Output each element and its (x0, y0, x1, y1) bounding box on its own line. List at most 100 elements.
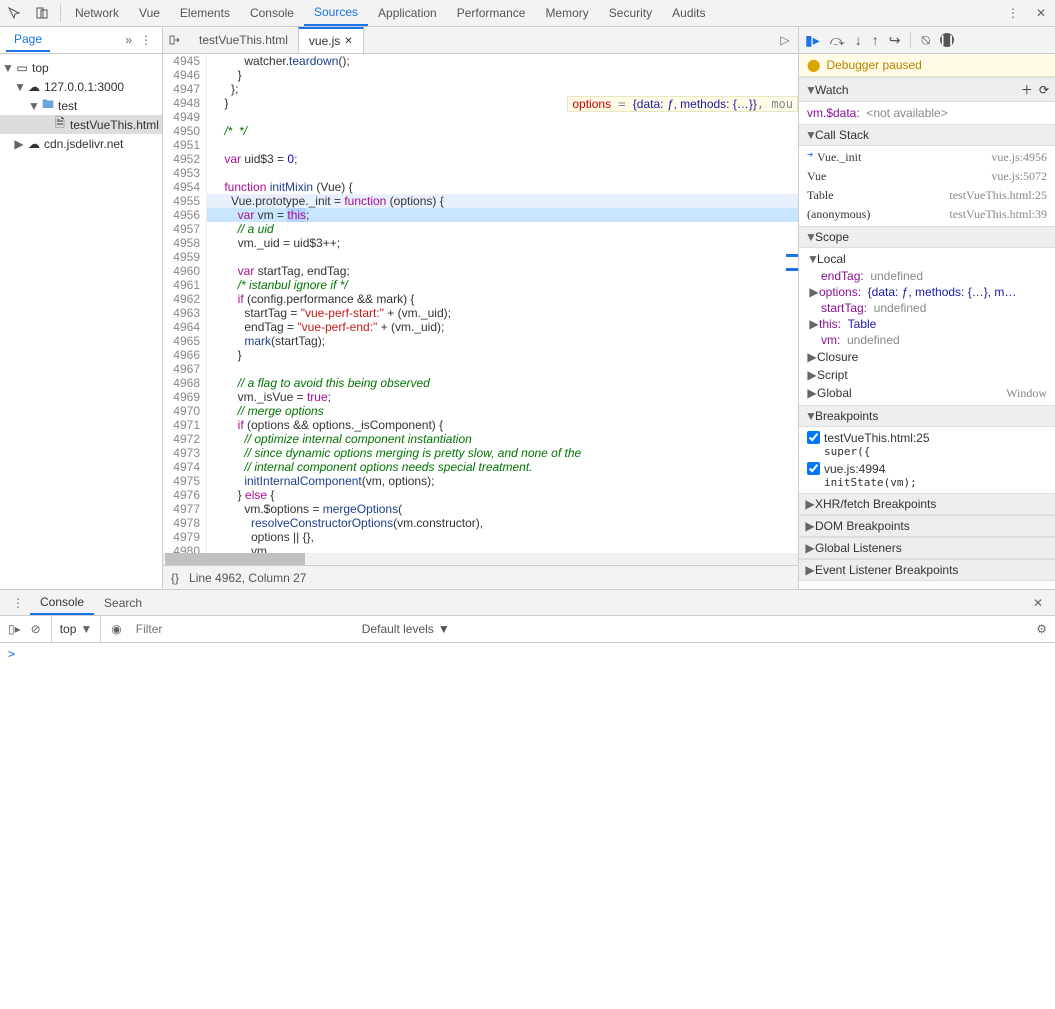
line-number[interactable]: 4954 (163, 180, 200, 194)
inspect-icon[interactable] (0, 0, 28, 26)
line-number[interactable]: 4969 (163, 390, 200, 404)
line-number[interactable]: 4961 (163, 278, 200, 292)
tab-memory[interactable]: Memory (535, 0, 598, 26)
scope-variable[interactable]: ▶this: Table (799, 316, 1055, 332)
breakpoints-header[interactable]: ▼Breakpoints (799, 405, 1055, 427)
sidebar-toggle-icon[interactable]: ▯▸ (8, 622, 21, 636)
scope-local[interactable]: ▼Local (799, 250, 1055, 268)
minimap[interactable] (784, 54, 798, 553)
line-number[interactable]: 4963 (163, 306, 200, 320)
more-tabs-icon[interactable]: » (121, 33, 136, 47)
step-icon[interactable]: ↪ (889, 32, 901, 49)
pretty-print-icon[interactable]: {} (171, 571, 179, 585)
call-frame[interactable]: TabletestVueThis.html:25 (799, 186, 1055, 205)
scope-variable[interactable]: ▶options: {data: ƒ, methods: {…}, m… (799, 284, 1055, 300)
drawer-tab-console[interactable]: Console (30, 591, 94, 615)
breakpoint-checkbox[interactable] (807, 462, 820, 475)
line-number[interactable]: 4959 (163, 250, 200, 264)
device-icon[interactable] (28, 0, 56, 26)
horizontal-scrollbar[interactable] (163, 553, 798, 565)
step-over-icon[interactable]: ⤼ (830, 32, 845, 49)
console-filter-input[interactable] (132, 620, 352, 638)
line-number[interactable]: 4953 (163, 166, 200, 180)
breakpoint-checkbox[interactable] (807, 431, 820, 444)
watch-header[interactable]: ▼Watch＋⟳ (799, 77, 1055, 102)
scope-variable[interactable]: endTag: undefined (799, 268, 1055, 284)
resume-icon[interactable]: ▮▸ (805, 32, 820, 49)
console-prompt[interactable]: > (0, 643, 1055, 665)
line-number[interactable]: 4975 (163, 474, 200, 488)
line-number[interactable]: 4968 (163, 376, 200, 390)
collapsed-section[interactable]: ▶XHR/fetch Breakpoints (799, 493, 1055, 515)
line-number[interactable]: 4958 (163, 236, 200, 250)
collapsed-section[interactable]: ▶DOM Breakpoints (799, 515, 1055, 537)
kebab-icon[interactable]: ⋮ (6, 596, 30, 610)
live-expression-icon[interactable]: ◉ (111, 622, 121, 636)
add-watch-icon[interactable]: ＋ (1021, 81, 1033, 98)
tree-file[interactable]: 🗎testVueThis.html (0, 115, 162, 134)
nav-icon[interactable] (163, 33, 189, 47)
file-tab-vuejs[interactable]: vue.js✕ (298, 27, 364, 53)
breakpoint-item[interactable]: testVueThis.html:25super({ (799, 429, 1055, 460)
line-number[interactable]: 4967 (163, 362, 200, 376)
tree-cdn[interactable]: ▶☁cdn.jsdelivr.net (0, 134, 162, 153)
line-number[interactable]: 4949 (163, 110, 200, 124)
scope-header[interactable]: ▼Scope (799, 226, 1055, 248)
line-number[interactable]: 4955 (163, 194, 200, 208)
deactivate-bp-icon[interactable]: ⍉ (921, 32, 929, 49)
close-icon[interactable]: ✕ (1027, 0, 1055, 26)
kebab-icon[interactable]: ⋮ (136, 33, 156, 47)
page-tab[interactable]: Page (6, 28, 50, 52)
call-frame[interactable]: Vuevue.js:5072 (799, 167, 1055, 186)
line-number[interactable]: 4950 (163, 124, 200, 138)
line-number[interactable]: 4960 (163, 264, 200, 278)
log-levels-selector[interactable]: Default levels▼ (362, 622, 450, 636)
scope-closure[interactable]: ▶Closure (799, 348, 1055, 366)
scope-global[interactable]: ▶GlobalWindow (799, 384, 1055, 403)
line-number[interactable]: 4971 (163, 418, 200, 432)
collapsed-section[interactable]: ▶Global Listeners (799, 537, 1055, 559)
step-into-icon[interactable]: ↓ (855, 32, 862, 48)
tab-performance[interactable]: Performance (447, 0, 536, 26)
line-number[interactable]: 4962 (163, 292, 200, 306)
pause-exception-icon[interactable]: ❙❙ (940, 33, 954, 47)
tab-network[interactable]: Network (65, 0, 129, 26)
tab-console[interactable]: Console (240, 0, 304, 26)
line-number[interactable]: 4952 (163, 152, 200, 166)
console-settings-icon[interactable]: ⚙ (1036, 622, 1047, 636)
drawer-tab-search[interactable]: Search (94, 592, 152, 614)
refresh-watch-icon[interactable]: ⟳ (1039, 83, 1049, 97)
watch-expression[interactable]: vm.$data: <not available> (799, 104, 1055, 122)
tab-sources[interactable]: Sources (304, 0, 368, 26)
line-number[interactable]: 4964 (163, 320, 200, 334)
scope-variable[interactable]: vm: undefined (799, 332, 1055, 348)
tab-vue[interactable]: Vue (129, 0, 170, 26)
tab-audits[interactable]: Audits (662, 0, 715, 26)
line-number[interactable]: 4948 (163, 96, 200, 110)
line-number[interactable]: 4957 (163, 222, 200, 236)
line-number[interactable]: 4951 (163, 138, 200, 152)
call-frame[interactable]: (anonymous)testVueThis.html:39 (799, 205, 1055, 224)
line-number[interactable]: 4965 (163, 334, 200, 348)
tab-application[interactable]: Application (368, 0, 447, 26)
scope-script[interactable]: ▶Script (799, 366, 1055, 384)
line-number[interactable]: 4978 (163, 516, 200, 530)
file-tab-html[interactable]: testVueThis.html (189, 27, 298, 53)
line-number[interactable]: 4974 (163, 460, 200, 474)
line-number[interactable]: 4976 (163, 488, 200, 502)
context-selector[interactable]: top▼ (51, 616, 102, 642)
breakpoint-item[interactable]: vue.js:4994initState(vm); (799, 460, 1055, 491)
scope-variable[interactable]: startTag: undefined (799, 300, 1055, 316)
line-number[interactable]: 4972 (163, 432, 200, 446)
close-drawer-icon[interactable]: ✕ (1027, 596, 1049, 610)
tab-security[interactable]: Security (599, 0, 662, 26)
code-area[interactable]: watcher.teardown(); } }; } /* */ var uid… (207, 54, 798, 553)
line-number[interactable]: 4966 (163, 348, 200, 362)
tree-folder[interactable]: ▼🖿test (0, 96, 162, 115)
line-number[interactable]: 4980 (163, 544, 200, 553)
line-number[interactable]: 4947 (163, 82, 200, 96)
tree-top[interactable]: ▼▭top (0, 58, 162, 77)
line-number[interactable]: 4973 (163, 446, 200, 460)
line-gutter[interactable]: 4945494649474948494949504951495249534954… (163, 54, 207, 553)
collapsed-section[interactable]: ▶Event Listener Breakpoints (799, 559, 1055, 581)
